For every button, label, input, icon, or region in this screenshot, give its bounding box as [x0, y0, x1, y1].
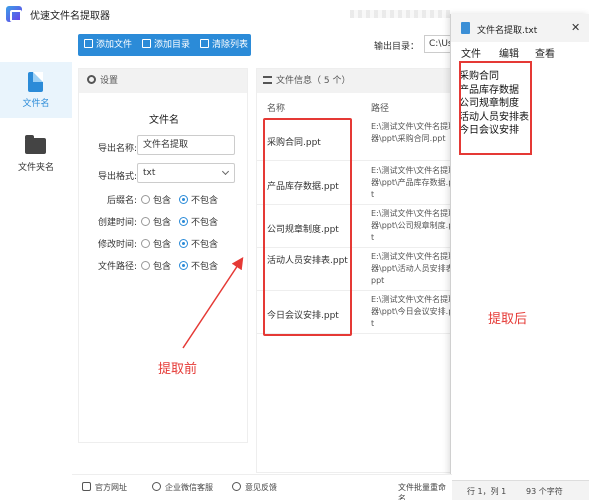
batch-rename-link[interactable]: 文件批量重命名 — [398, 482, 452, 500]
notepad-title: 文件名提取.txt — [477, 26, 538, 36]
highlight-box-after — [459, 61, 532, 155]
chat-icon — [152, 482, 161, 491]
footer: 官方网址 企业微信客服 意见反馈 文件批量重命名 — [72, 474, 452, 500]
annotation-before: 提取前 — [158, 362, 198, 377]
wechat-support-link[interactable]: 企业微信客服 — [152, 482, 213, 493]
website-icon — [82, 482, 91, 491]
menu-file[interactable]: 文件 — [461, 45, 481, 60]
menu-view[interactable]: 查看 — [535, 45, 555, 60]
arrow-before — [182, 256, 244, 349]
feedback-icon — [232, 482, 241, 491]
notepad-titlebar: 文件名提取.txt ✕ — [451, 14, 589, 42]
annotation-after: 提取后 — [488, 312, 528, 327]
notepad-status-bar: 行 1，列 1 93 个字符 — [451, 480, 589, 500]
notepad-icon — [461, 22, 470, 34]
cursor-position: 行 1，列 1 — [467, 487, 507, 496]
close-icon[interactable]: ✕ — [571, 21, 580, 34]
website-link[interactable]: 官方网址 — [82, 482, 127, 493]
feedback-link[interactable]: 意见反馈 — [232, 482, 277, 493]
char-count: 93 个字符 — [526, 487, 563, 496]
menu-edit[interactable]: 编辑 — [499, 45, 519, 60]
